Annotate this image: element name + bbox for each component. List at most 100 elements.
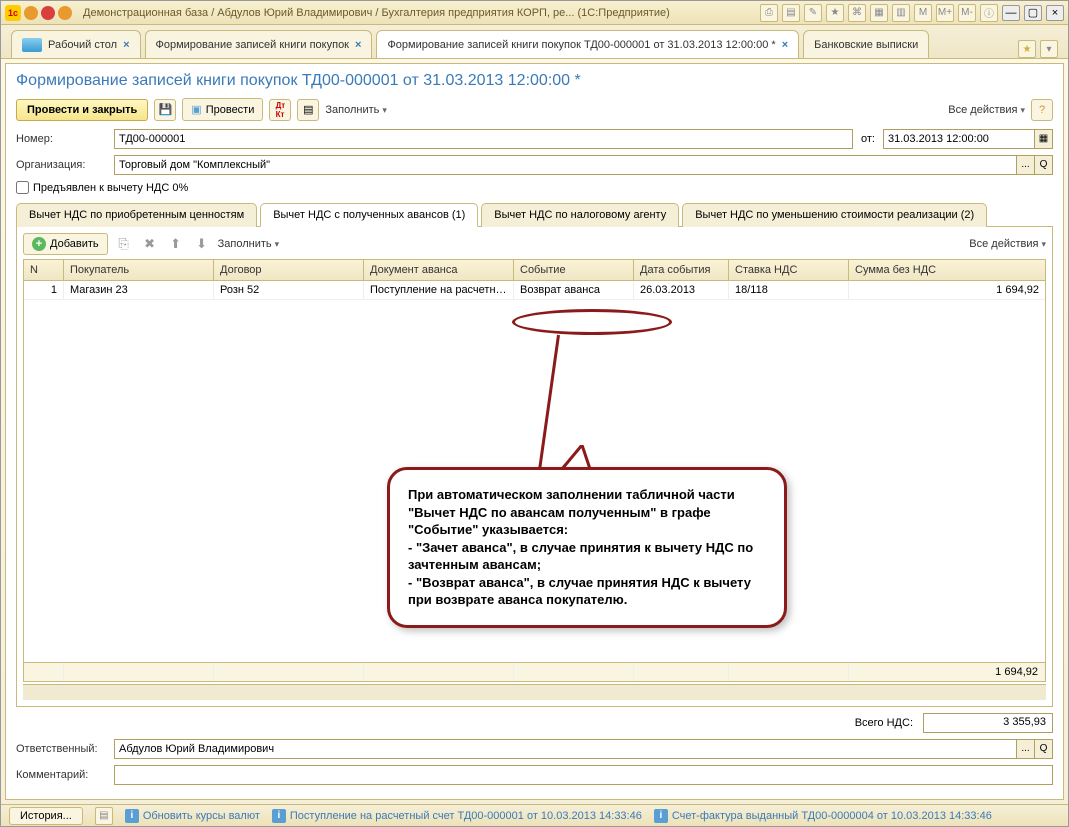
org-field[interactable]	[114, 155, 1017, 175]
desktop-icon	[22, 38, 42, 52]
help-button[interactable]: ?	[1031, 99, 1053, 121]
cell-buyer: Магазин 23	[64, 281, 214, 299]
tab-close-icon[interactable]: ×	[782, 39, 788, 51]
tab-content: + Добавить ⎘ ✖ ⬆ ⬇ Заполнить Все действи…	[16, 227, 1053, 707]
date-field[interactable]	[883, 129, 1035, 149]
open-icon[interactable]: Q	[1035, 155, 1053, 175]
nds0-label: Предъявлен к вычету НДС 0%	[33, 182, 188, 194]
tb-cal-icon[interactable]: ▥	[892, 4, 910, 22]
nav-fwd-icon[interactable]	[58, 6, 72, 20]
col-sum[interactable]: Сумма без НДС	[849, 260, 1045, 280]
minimize-button[interactable]: —	[1002, 5, 1020, 21]
tab-menu-icon[interactable]: ▾	[1040, 40, 1058, 58]
org-label: Организация:	[16, 159, 106, 171]
subtabs: Вычет НДС по приобретенным ценностям Выч…	[16, 202, 1053, 227]
copy-icon[interactable]: ⎘	[114, 234, 134, 254]
col-contract[interactable]: Договор	[214, 260, 364, 280]
up-icon[interactable]: ⬆	[166, 234, 186, 254]
nav-back-icon[interactable]	[24, 6, 38, 20]
delete-icon[interactable]: ✖	[140, 234, 160, 254]
statusbar: История... ▤ iОбновить курсы валют iПост…	[1, 804, 1068, 826]
col-buyer[interactable]: Покупатель	[64, 260, 214, 280]
from-label: от:	[861, 133, 875, 145]
add-button[interactable]: + Добавить	[23, 233, 108, 255]
nav-stop-icon[interactable]	[41, 6, 55, 20]
number-field[interactable]	[114, 129, 853, 149]
m-minus-icon[interactable]: M-	[958, 4, 976, 22]
page-title: Формирование записей книги покупок ТД00-…	[16, 72, 1053, 90]
subtab-4[interactable]: Вычет НДС по уменьшению стоимости реализ…	[682, 203, 987, 227]
tab-close-icon[interactable]: ×	[355, 39, 361, 51]
tab-form1[interactable]: Формирование записей книги покупок ×	[145, 30, 373, 58]
tb-doc-icon[interactable]: ▤	[782, 4, 800, 22]
provesti-button[interactable]: ▣Провести	[182, 98, 263, 121]
grid-footer: 1 694,92	[24, 662, 1045, 681]
tb-star-icon[interactable]: ★	[826, 4, 844, 22]
sub-all-actions[interactable]: Все действия	[969, 238, 1046, 250]
sb-link-doc1[interactable]: iПоступление на расчетный счет ТД00-0000…	[272, 809, 642, 823]
all-actions-button[interactable]: Все действия	[948, 104, 1025, 116]
col-n[interactable]: N	[24, 260, 64, 280]
dtkt-icon[interactable]: ДтКт	[269, 99, 291, 121]
resp-label: Ответственный:	[16, 743, 106, 755]
tab-bank[interactable]: Банковские выписки	[803, 30, 929, 58]
cell-doc: Поступление на расчетны...	[364, 281, 514, 299]
subtoolbar: + Добавить ⎘ ✖ ⬆ ⬇ Заполнить Все действи…	[23, 233, 1046, 255]
col-date[interactable]: Дата события	[634, 260, 729, 280]
grid: N Покупатель Договор Документ аванса Соб…	[23, 259, 1046, 682]
save-close-button[interactable]: Провести и закрыть	[16, 99, 148, 121]
tab-form2-label: Формирование записей книги покупок ТД00-…	[387, 39, 775, 51]
tb-link-icon[interactable]: ⌘	[848, 4, 866, 22]
app-icon: 1c	[5, 5, 21, 21]
fill-button[interactable]: Заполнить	[325, 104, 387, 116]
tb-clip-icon[interactable]: ✎	[804, 4, 822, 22]
grid-header: N Покупатель Договор Документ аванса Соб…	[24, 260, 1045, 281]
cell-contract: Розн 52	[214, 281, 364, 299]
sub-fill-button[interactable]: Заполнить	[218, 238, 280, 250]
table-row[interactable]: 1 Магазин 23 Розн 52 Поступление на расч…	[24, 281, 1045, 300]
comment-field[interactable]	[114, 765, 1053, 785]
sb-tool-icon[interactable]: ▤	[95, 807, 113, 825]
m-icon[interactable]: M	[914, 4, 932, 22]
tab-close-icon[interactable]: ×	[123, 39, 129, 51]
subtab-3[interactable]: Вычет НДС по налоговому агенту	[481, 203, 679, 227]
open-icon[interactable]: Q	[1035, 739, 1053, 759]
cell-rate: 18/118	[729, 281, 849, 299]
select-icon[interactable]: ...	[1017, 155, 1035, 175]
tab-form1-label: Формирование записей книги покупок	[156, 39, 350, 51]
close-button[interactable]: ×	[1046, 5, 1064, 21]
select-icon[interactable]: ...	[1017, 739, 1035, 759]
down-icon[interactable]: ⬇	[192, 234, 212, 254]
h-scrollbar[interactable]	[23, 684, 1046, 700]
tab-form2[interactable]: Формирование записей книги покупок ТД00-…	[376, 30, 799, 58]
tb-print-icon[interactable]: ⎙	[760, 4, 778, 22]
cell-event: Возврат аванса	[514, 281, 634, 299]
sb-link-rates[interactable]: iОбновить курсы валют	[125, 809, 260, 823]
comment-label: Комментарий:	[16, 769, 106, 781]
m-plus-icon[interactable]: M+	[936, 4, 954, 22]
history-button[interactable]: История...	[9, 807, 83, 825]
sb-link-doc2[interactable]: iСчет-фактура выданный ТД00-0000004 от 1…	[654, 809, 992, 823]
grid-body[interactable]: 1 Магазин 23 Розн 52 Поступление на расч…	[24, 281, 1045, 662]
tab-desktop[interactable]: Рабочий стол ×	[11, 30, 141, 58]
info-icon: i	[125, 809, 139, 823]
col-rate[interactable]: Ставка НДС	[729, 260, 849, 280]
col-event[interactable]: Событие	[514, 260, 634, 280]
save-icon[interactable]: 💾	[154, 99, 176, 121]
fav-star-icon[interactable]: ★	[1018, 40, 1036, 58]
report-icon[interactable]: ▤	[297, 99, 319, 121]
nds0-checkbox[interactable]	[16, 181, 29, 194]
subtab-1[interactable]: Вычет НДС по приобретенным ценностям	[16, 203, 257, 227]
total-nds-value: 3 355,93	[923, 713, 1053, 733]
content-area: Формирование записей книги покупок ТД00-…	[5, 63, 1064, 800]
calendar-icon[interactable]: ▦	[1035, 129, 1053, 149]
subtab-2[interactable]: Вычет НДС с полученных авансов (1)	[260, 203, 478, 227]
cell-sum: 1 694,92	[849, 281, 1045, 299]
maximize-button[interactable]: ▢	[1024, 5, 1042, 21]
info-icon: i	[272, 809, 286, 823]
tab-bank-label: Банковские выписки	[814, 39, 918, 51]
resp-field[interactable]	[114, 739, 1017, 759]
col-doc[interactable]: Документ аванса	[364, 260, 514, 280]
help-icon[interactable]: ⓘ	[980, 4, 998, 22]
tb-calc-icon[interactable]: ▦	[870, 4, 888, 22]
